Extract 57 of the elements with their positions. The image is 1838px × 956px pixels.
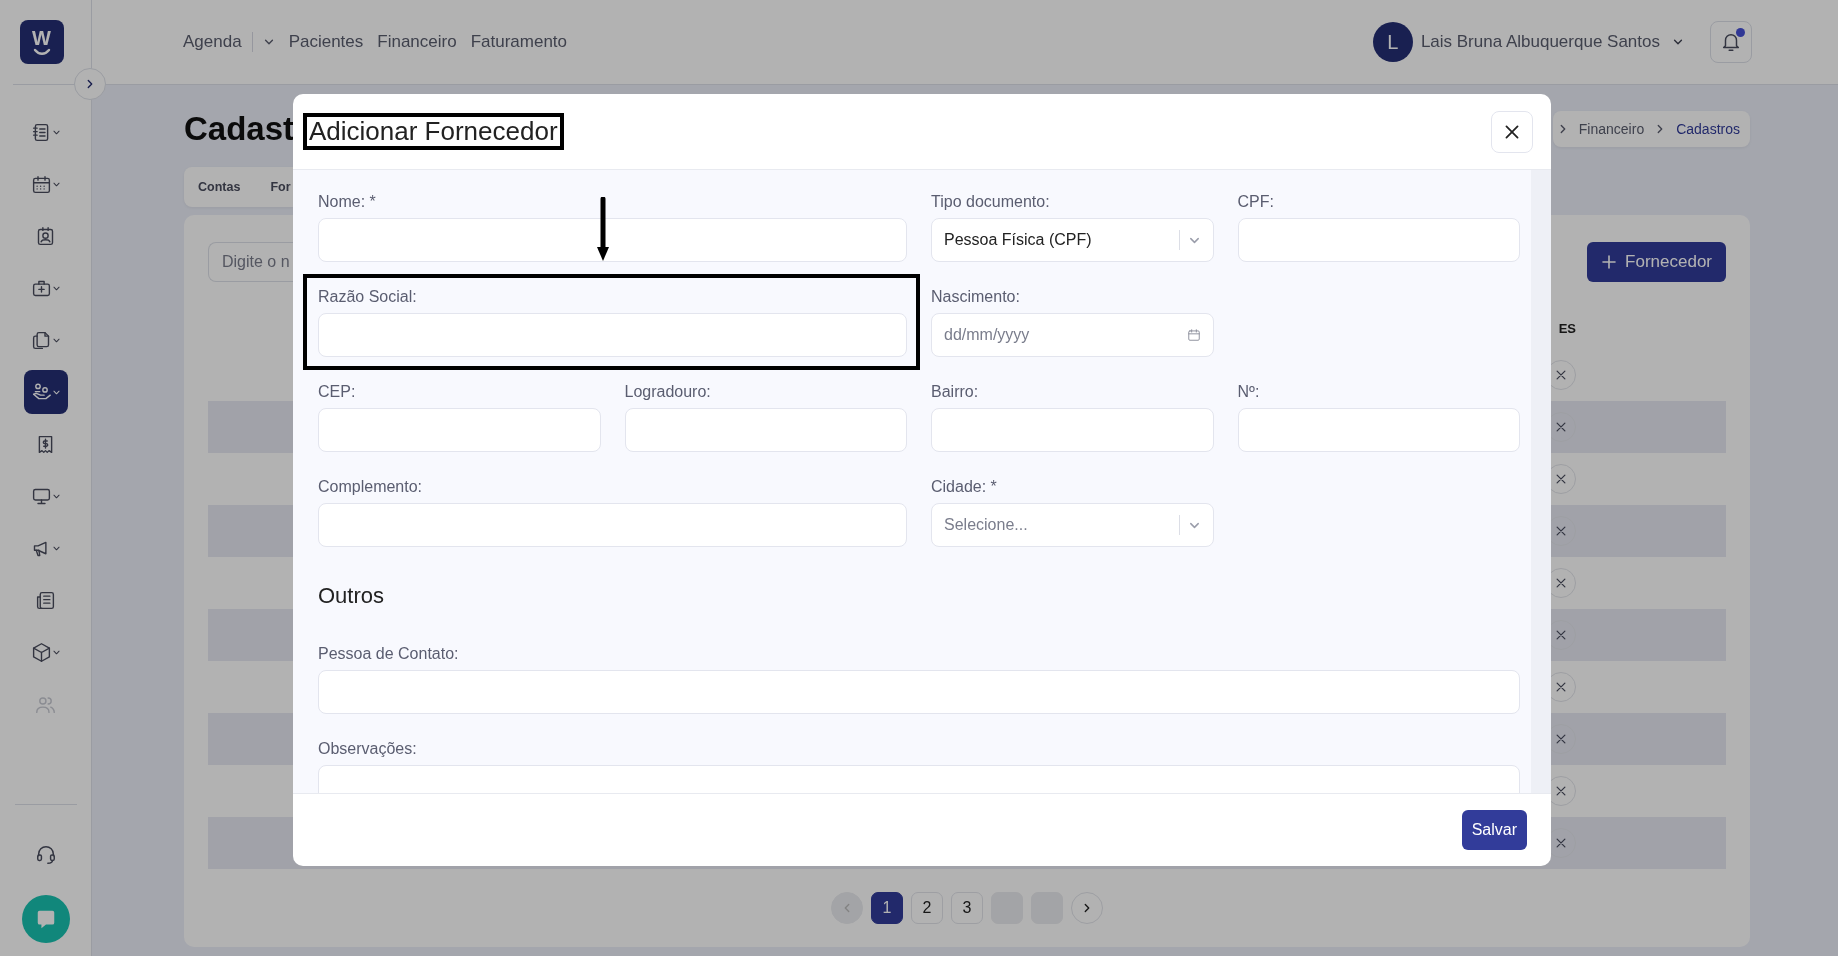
user-name[interactable]: Lais Bruna Albuquerque Santos <box>1420 29 1660 55</box>
close-button[interactable] <box>1491 110 1533 153</box>
select-field[interactable]: Selecione... <box>931 503 1214 547</box>
nav-link[interactable]: Financeiro <box>377 29 457 55</box>
search-field[interactable]: Digite o n <box>208 242 293 282</box>
notifications-button[interactable] <box>1710 21 1752 63</box>
input-field[interactable] <box>318 670 1520 715</box>
calendar-icon <box>1186 328 1201 342</box>
next-page-button[interactable] <box>1071 892 1103 924</box>
breadcrumb-item[interactable]: Financeiro <box>1578 118 1645 140</box>
field-label: Nome: * <box>318 193 377 211</box>
bell-icon <box>1720 31 1742 53</box>
field-label: Nº: <box>1237 383 1261 401</box>
field-label: Logradouro: <box>624 383 712 401</box>
modal-title: Adicionar Fornecedor <box>309 115 558 148</box>
input-field[interactable] <box>1237 408 1520 452</box>
breadcrumb-item: Cadastros <box>1676 119 1740 139</box>
tab[interactable]: For <box>270 177 291 197</box>
input-field[interactable] <box>318 313 907 357</box>
nav-link[interactable]: Faturamento <box>470 29 568 55</box>
logo: W <box>19 20 64 64</box>
page-button[interactable]: 2 <box>911 892 943 924</box>
input-field[interactable] <box>318 408 601 452</box>
input-field[interactable] <box>318 218 907 262</box>
sidebar-item[interactable] <box>23 370 68 414</box>
chat-button[interactable] <box>21 895 70 943</box>
field-label: Observações: <box>318 740 418 759</box>
date-field[interactable]: dd/mm/yyyy <box>931 313 1214 357</box>
field-label: Cidade: * <box>931 478 998 496</box>
user-avatar: L <box>1372 22 1413 62</box>
input-field[interactable] <box>1237 218 1520 262</box>
input-field[interactable] <box>624 408 907 452</box>
field-label: CEP: <box>318 383 357 401</box>
input-field[interactable] <box>318 503 907 547</box>
nav-link[interactable]: Agenda <box>183 29 275 55</box>
page-button[interactable]: 1 <box>871 892 903 924</box>
select-field[interactable]: Pessoa Física (CPF) <box>931 218 1214 262</box>
collapse-button[interactable] <box>74 68 106 100</box>
save-button[interactable]: Salvar <box>1461 810 1527 850</box>
tab[interactable]: Contas <box>198 177 241 197</box>
page-title: Cadast <box>184 109 295 149</box>
nav-link[interactable]: Pacientes <box>288 29 364 55</box>
field-label: Razão Social: <box>318 288 418 306</box>
field-label: Nascimento: <box>931 288 1021 306</box>
plus-icon <box>1601 254 1618 270</box>
field-label: Tipo documento: <box>931 193 1051 211</box>
headset-icon <box>34 843 57 865</box>
input-field[interactable] <box>931 408 1214 452</box>
field-label: Bairro: <box>931 383 980 401</box>
field-label: Complemento: <box>318 478 424 496</box>
field-label: Pessoa de Contato: <box>318 645 460 664</box>
add-supplier-button[interactable]: Fornecedor <box>1587 242 1726 282</box>
scrollbar[interactable] <box>1531 170 1551 793</box>
field-label: CPF: <box>1237 193 1275 211</box>
column-header: ES <box>1558 320 1576 338</box>
page-button[interactable]: 3 <box>951 892 983 924</box>
section-heading: Outros <box>318 583 386 610</box>
